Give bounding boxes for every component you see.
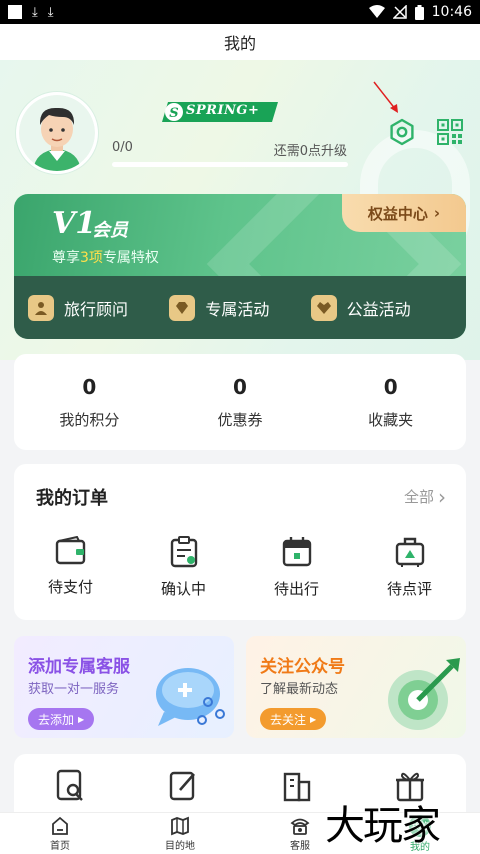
diamond-icon	[169, 294, 196, 321]
promo-button-label: 去关注	[270, 712, 307, 727]
play-icon: ▶	[78, 714, 85, 724]
promo-title: 关注公众号	[260, 657, 345, 677]
follow-account-promo[interactable]: 关注公众号 了解最新动态 去关注 ▶	[246, 636, 466, 738]
vip-item-label: 旅行顾问	[64, 299, 129, 319]
edit-icon[interactable]	[168, 768, 200, 802]
download-icon: ⤓	[32, 4, 38, 20]
stat-label: 收藏夹	[368, 410, 414, 429]
wallet-icon	[55, 536, 85, 565]
stat-coupons[interactable]: 0 优惠券	[165, 354, 316, 450]
vip-privileges: 旅行顾问 专属活动 公益活动	[14, 276, 466, 339]
upgrade-hint: 还需0点升级	[273, 144, 347, 159]
wifi-icon	[368, 5, 385, 18]
battery-icon	[414, 4, 424, 20]
building-icon[interactable]	[281, 768, 313, 802]
add-service-button[interactable]: 去添加 ▶	[28, 708, 95, 730]
watermark: 大玩家	[325, 803, 441, 849]
level-progress-value: 0/0	[112, 140, 133, 155]
telephone-icon	[290, 818, 310, 835]
order-label: 待出行	[273, 580, 319, 598]
vip-desc-suffix: 专属特权	[102, 250, 159, 266]
vip-level: V1	[52, 206, 97, 241]
stat-label: 优惠券	[217, 410, 263, 429]
person-icon	[28, 294, 54, 321]
tab-label: 客服	[290, 840, 310, 852]
home-icon	[52, 816, 68, 835]
no-sim-icon	[392, 5, 407, 19]
vip-card[interactable]: V1 会员 尊享3项专属特权 权益中心 › 旅行顾问 专属活动 公益活动	[14, 194, 466, 339]
stat-points[interactable]: 0 我的积分	[14, 354, 165, 450]
orders-card: 我的订单 全部 › 待支付 确认中 待出行 待点评	[14, 464, 466, 620]
vip-item-label: 公益活动	[346, 299, 411, 319]
orders-all-label: 全部	[403, 488, 434, 506]
status-bar: ⤓ ⤓ 10:46	[0, 0, 480, 24]
order-label: 确认中	[160, 580, 206, 598]
svg-text:S: S	[169, 106, 178, 121]
tab-home[interactable]: 首页	[0, 813, 120, 854]
luggage-icon	[395, 537, 424, 567]
chevron-right-icon: ›	[438, 484, 446, 509]
stat-value: 0	[82, 374, 97, 399]
promo-subtitle: 获取一对一服务	[28, 682, 120, 697]
gear-icon	[390, 118, 414, 146]
order-upcoming[interactable]: 待出行	[240, 536, 353, 599]
promo-title: 添加专属客服	[28, 657, 130, 677]
benefits-center-button[interactable]: 权益中心 ›	[342, 194, 466, 232]
stat-value: 0	[233, 374, 247, 399]
clock: 10:46	[431, 4, 472, 20]
order-label: 待点评	[386, 580, 432, 598]
follow-button[interactable]: 去关注 ▶	[260, 708, 327, 730]
vip-item-charity-events[interactable]: 公益活动	[310, 294, 452, 321]
stats-card: 0 我的积分 0 优惠券 0 收藏夹	[14, 354, 466, 450]
vip-level-label: 会员	[92, 220, 128, 241]
order-status-row: 待支付 确认中 待出行 待点评	[14, 536, 466, 599]
play-icon: ▶	[310, 714, 317, 724]
heart-diamond-icon	[310, 294, 337, 321]
map-icon	[171, 816, 189, 835]
level-progress-bar	[112, 162, 348, 167]
calendar-icon	[282, 537, 311, 567]
qr-code-icon	[437, 119, 463, 145]
vip-desc-count: 3项	[80, 250, 103, 266]
brand-name: SPRING+	[186, 103, 260, 118]
clipboard-icon	[170, 536, 197, 568]
stat-label: 我的积分	[59, 410, 120, 429]
promo-button-label: 去添加	[38, 712, 75, 727]
vip-item-travel-advisor[interactable]: 旅行顾问	[28, 294, 169, 321]
vip-desc-prefix: 尊享	[52, 250, 80, 266]
order-to-review[interactable]: 待点评	[353, 536, 466, 599]
tab-label: 目的地	[165, 840, 195, 852]
tab-destinations[interactable]: 目的地	[120, 813, 240, 854]
order-pending-payment[interactable]: 待支付	[14, 536, 127, 599]
promo-subtitle: 了解最新动态	[260, 682, 339, 697]
avatar[interactable]	[16, 92, 98, 174]
vip-item-label: 专属活动	[205, 299, 270, 319]
vip-item-exclusive-events[interactable]: 专属活动	[169, 294, 310, 321]
spring-plus-badge: S SPRING+	[162, 100, 278, 124]
stat-favorites[interactable]: 0 收藏夹	[315, 354, 466, 450]
download-icon: ⤓	[47, 4, 54, 20]
order-label: 待支付	[47, 578, 93, 596]
orders-all-link[interactable]: 全部 ›	[404, 486, 446, 507]
qr-code-button[interactable]	[436, 118, 464, 146]
stat-value: 0	[383, 374, 398, 399]
document-search-icon[interactable]	[55, 768, 87, 802]
benefits-center-label: 权益中心	[367, 204, 428, 223]
target-icon	[388, 658, 460, 730]
annotation-arrow-icon	[373, 81, 398, 113]
notification-icon	[8, 5, 22, 19]
order-confirming[interactable]: 确认中	[127, 536, 240, 599]
vip-description: 尊享3项专属特权	[52, 247, 159, 267]
add-service-promo[interactable]: 添加专属客服 获取一对一服务 去添加 ▶	[14, 636, 234, 738]
orders-title: 我的订单	[36, 488, 108, 509]
avatar-illustration-icon	[19, 95, 95, 171]
tab-label: 首页	[50, 840, 70, 852]
page-title: 我的	[0, 24, 480, 60]
settings-button[interactable]	[388, 118, 416, 146]
chat-bubble-icon	[156, 668, 225, 726]
chevron-right-icon: ›	[433, 204, 441, 222]
